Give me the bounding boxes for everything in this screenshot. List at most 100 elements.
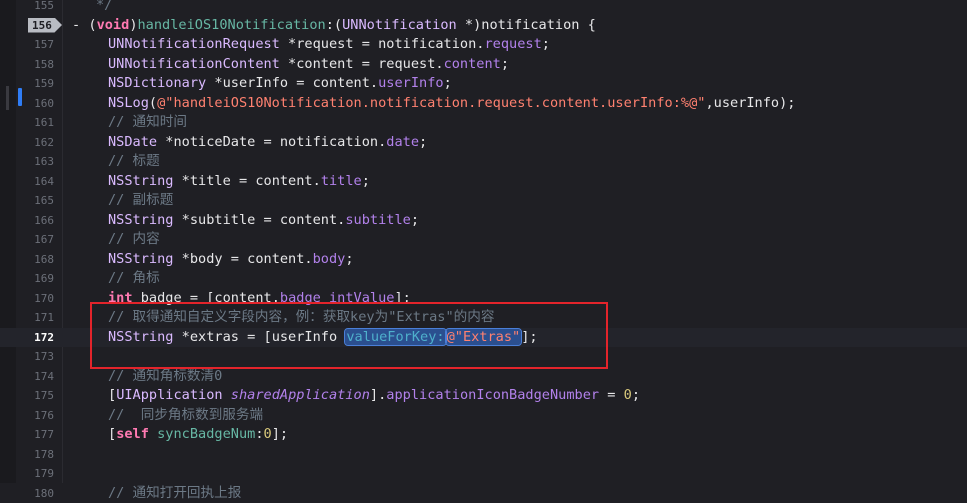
code-token [149,426,157,442]
code-editor[interactable]: 155*/ 156 - (void)handleiOS10Notification:… [0,0,967,483]
code-line-173[interactable]: 173 [0,347,967,367]
line-number: 169 [16,269,54,289]
code-line-168[interactable]: 168 NSString *body = content.body; [0,250,967,270]
line-number: 163 [16,152,54,172]
code-token: *subtitle = content. [173,212,345,228]
code-token: UNNotificationContent [108,56,280,72]
line-number: 177 [16,425,54,445]
code-text: // 内容 [108,230,160,250]
code-token: *noticeDate = notification. [157,134,386,150]
code-line-156[interactable]: 156 - (void)handleiOS10Notification:(UNNo… [0,16,967,36]
code-text: NSString *body = content.body; [108,250,354,270]
code-token: NSString [108,173,173,189]
code-token: ,userInfo); [705,95,795,111]
code-token: ; [444,75,452,91]
line-number: 162 [16,133,54,153]
code-token: // 通知打开回执上报 [108,485,241,501]
code-text: */ [96,0,112,16]
line-number: 166 [16,211,54,231]
code-token: - ( [72,17,97,33]
code-token: NSString [108,329,173,345]
code-line-172[interactable]: 172NSString *extras = [userInfo valueFor… [0,328,967,348]
code-line-174[interactable]: 174// 通知角标数清0 [0,367,967,387]
line-number: 172 [16,328,54,348]
code-token: badge [280,290,321,306]
code-text: int badge = [content.badge intValue]; [108,289,411,309]
code-token: date [386,134,419,150]
code-token: 0 [624,387,632,403]
code-line-160[interactable]: 160NSLog(@"handleiOS10Notification.notif… [0,94,967,114]
code-text: // 通知角标数清0 [108,367,222,387]
code-text: // 标题 [108,152,160,172]
line-number: 180 [16,484,54,503]
code-text: // 取得通知自定义字段内容，例：获取key为"Extras"的内容 [108,308,494,328]
code-token: ; [345,251,353,267]
code-token: *content = request. [280,56,444,72]
code-line-166[interactable]: 166 NSString *subtitle = content.subtitle… [0,211,967,231]
code-token: sharedApplication [231,387,370,403]
code-token: UNNotification [342,17,457,33]
code-token: NSDate [108,134,157,150]
code-token [321,290,329,306]
code-line-180[interactable]: 180 // 通知打开回执上报 [0,484,967,503]
code-line-177[interactable]: 177[self syncBadgeNum:0]; [0,425,967,445]
code-token: NSString [108,251,173,267]
code-line-162[interactable]: 162 NSDate *noticeDate = notification.dat… [0,133,967,153]
code-line-158[interactable]: 158UNNotificationContent *content = requ… [0,55,967,75]
line-number: 171 [16,308,54,328]
code-token: body [313,251,346,267]
code-line-176[interactable]: 176// 同步角标数到服务端 [0,406,967,426]
selected-token: @"Extras" [446,329,522,345]
line-number: 164 [16,172,54,192]
line-number: 170 [16,289,54,309]
code-token: userInfo [378,75,443,91]
line-number: 175 [16,386,54,406]
code-line-179[interactable]: 179 [0,464,967,484]
code-line-165[interactable]: 165// 副标题 [0,191,967,211]
code-text: // 同步角标数到服务端 [108,406,263,426]
code-text: NSString *title = content.title; [108,172,370,192]
code-line-170[interactable]: 170 int badge = [content.badge intValue]; [0,289,967,309]
code-line-178[interactable]: 178 [0,445,967,465]
code-text: - (void)handleiOS10Notification:(UNNotif… [72,16,596,36]
code-lines[interactable]: 155*/ 156 - (void)handleiOS10Notification:… [0,0,967,503]
code-line-167[interactable]: 167// 内容 [0,230,967,250]
code-token: ; [411,212,419,228]
code-token: // 角标 [108,270,160,286]
code-token: handleiOS10Notification [138,17,326,33]
code-token: // 标题 [108,153,160,169]
code-token: int [108,290,133,306]
code-token: : [255,426,263,442]
code-token: applicationIconBadgeNumber [386,387,599,403]
code-token: @"handleiOS10Notification.notification.r… [157,95,705,111]
code-line-161[interactable]: 161 // 通知时间 [0,113,967,133]
code-token: UNNotificationRequest [108,36,280,52]
code-token: [ [108,387,116,403]
line-number: 168 [16,250,54,270]
line-number: 179 [16,464,54,484]
code-line-159[interactable]: 159NSDictionary *userInfo = content.user… [0,74,967,94]
code-token: // 同步角标数到服务端 [108,407,263,423]
breakpoint-marker[interactable]: 156 [28,18,62,33]
code-line-169[interactable]: 169 // 角标 [0,269,967,289]
code-line-171[interactable]: 171 // 取得通知自定义字段内容，例：获取key为"Extras"的内容 [0,308,967,328]
code-text: NSLog(@"handleiOS10Notification.notifica… [108,94,795,114]
code-token: NSString [108,212,173,228]
code-token: ]; [521,329,537,345]
code-line-175[interactable]: 175[UIApplication sharedApplication].app… [0,386,967,406]
code-token: NSLog [108,95,149,111]
code-token: ( [149,95,157,111]
code-token: ; [501,56,509,72]
code-text: // 通知时间 [108,113,187,133]
line-number: 161 [16,113,54,133]
code-line-164[interactable]: 164 NSString *title = content.title; [0,172,967,192]
code-token: *title = content. [173,173,320,189]
code-line-157[interactable]: 157UNNotificationRequest *request = noti… [0,35,967,55]
code-line-155[interactable]: 155*/ [0,0,967,16]
code-text: NSString *subtitle = content.subtitle; [108,211,419,231]
code-token: title [321,173,362,189]
code-token: // 内容 [108,231,160,247]
code-token: *extras = [userInfo [173,329,345,345]
code-token: syncBadgeNum [157,426,255,442]
code-line-163[interactable]: 163 // 标题 [0,152,967,172]
